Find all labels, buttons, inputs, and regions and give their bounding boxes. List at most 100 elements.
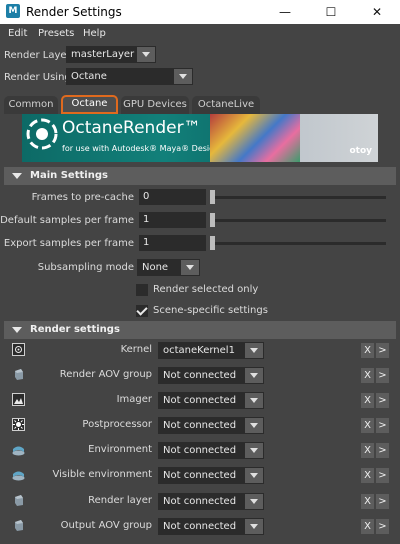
main-settings-title: Main Settings	[30, 170, 108, 181]
visible-environment-dropdown[interactable]: Not connected	[158, 467, 264, 484]
postprocessor-row: Postprocessor Not connected X >	[0, 415, 400, 437]
kernel-value: octaneKernel1	[163, 345, 235, 356]
render-using-dropdown[interactable]: Octane	[66, 68, 193, 85]
chevron-down-icon	[174, 69, 192, 84]
output-aov-group-label: Output AOV group	[60, 520, 152, 531]
default-samples-slider-thumb[interactable]	[210, 213, 215, 227]
export-samples-field[interactable]: 1	[139, 235, 206, 251]
kernel-row: Kernel octaneKernel1 X >	[0, 340, 400, 362]
environment-row: Environment Not connected X >	[0, 440, 400, 462]
minimize-button[interactable]: —	[262, 0, 308, 24]
frames-precache-slider-thumb[interactable]	[210, 190, 215, 204]
tab-gpu-devices[interactable]: GPU Devices	[121, 96, 189, 114]
render-layer-label: Render Layer	[4, 50, 71, 61]
imager-label: Imager	[116, 394, 152, 405]
menu-presets[interactable]: Presets	[38, 28, 74, 39]
render-layer-row-dropdown[interactable]: Not connected	[158, 493, 264, 510]
postprocessor-dropdown[interactable]: Not connected	[158, 417, 264, 434]
scene-specific-settings-label: Scene-specific settings	[153, 305, 268, 316]
export-samples-slider-thumb[interactable]	[210, 236, 215, 250]
render-layer-clear-button[interactable]: X	[361, 494, 374, 509]
collapse-triangle-icon	[12, 173, 22, 179]
visible-environment-clear-button[interactable]: X	[361, 468, 374, 483]
menu-edit[interactable]: Edit	[8, 28, 27, 39]
visible-environment-label: Visible environment	[52, 469, 152, 480]
output-aov-group-row: Output AOV group Not connected X >	[0, 516, 400, 538]
kernel-label: Kernel	[120, 344, 152, 355]
postprocessor-icon	[12, 418, 25, 431]
imager-navigate-button[interactable]: >	[376, 393, 389, 408]
render-layer-icon	[15, 495, 23, 506]
render-layer-row-value: Not connected	[163, 496, 237, 507]
environment-value: Not connected	[163, 445, 237, 456]
render-aov-group-dropdown[interactable]: Not connected	[158, 367, 264, 384]
render-selected-only-checkbox[interactable]	[136, 284, 148, 296]
render-aov-group-clear-button[interactable]: X	[361, 368, 374, 383]
chevron-down-icon	[245, 368, 263, 383]
render-aov-group-value: Not connected	[163, 370, 237, 381]
close-button[interactable]: ✕	[354, 0, 400, 24]
environment-icon	[12, 446, 25, 456]
render-using-label: Render Using	[4, 72, 71, 83]
chevron-down-icon	[245, 443, 263, 458]
default-samples-field[interactable]: 1	[139, 212, 206, 228]
export-samples-slider[interactable]	[212, 242, 386, 245]
postprocessor-clear-button[interactable]: X	[361, 418, 374, 433]
output-aov-group-dropdown[interactable]: Not connected	[158, 518, 264, 535]
chevron-down-icon	[245, 519, 263, 534]
window-titlebar: M Render Settings — ☐ ✕	[0, 0, 400, 24]
imager-row: Imager Not connected X >	[0, 390, 400, 412]
tab-octanelive[interactable]: OctaneLive	[192, 96, 260, 114]
banner-title: OctaneRender™	[62, 118, 201, 138]
imager-dropdown[interactable]: Not connected	[158, 392, 264, 409]
octane-logo-icon	[26, 118, 58, 150]
postprocessor-label: Postprocessor	[82, 419, 152, 430]
imager-icon	[12, 393, 25, 406]
imager-value: Not connected	[163, 395, 237, 406]
subsampling-dropdown[interactable]: None	[137, 259, 200, 276]
otoy-brand: otoy	[349, 146, 372, 156]
chevron-down-icon	[245, 418, 263, 433]
render-layer-row-label: Render layer	[88, 495, 152, 506]
postprocessor-value: Not connected	[163, 420, 237, 431]
render-layer-navigate-button[interactable]: >	[376, 494, 389, 509]
frames-precache-slider[interactable]	[212, 196, 386, 199]
environment-dropdown[interactable]: Not connected	[158, 442, 264, 459]
kernel-dropdown[interactable]: octaneKernel1	[158, 342, 264, 359]
main-settings-header[interactable]: Main Settings	[4, 167, 396, 185]
chevron-down-icon	[245, 343, 263, 358]
output-aov-group-clear-button[interactable]: X	[361, 519, 374, 534]
environment-clear-button[interactable]: X	[361, 443, 374, 458]
frames-precache-label: Frames to pre-cache	[31, 192, 134, 203]
chevron-down-icon	[245, 494, 263, 509]
render-aov-group-navigate-button[interactable]: >	[376, 368, 389, 383]
render-aov-group-row: Render AOV group Not connected X >	[0, 365, 400, 387]
scene-specific-settings-checkbox[interactable]	[136, 305, 148, 317]
menu-help[interactable]: Help	[83, 28, 106, 39]
maximize-button[interactable]: ☐	[308, 0, 354, 24]
postprocessor-navigate-button[interactable]: >	[376, 418, 389, 433]
visible-environment-row: Visible environment Not connected X >	[0, 465, 400, 487]
export-samples-label: Export samples per frame	[3, 238, 134, 249]
aov-group-icon	[15, 369, 23, 380]
menu-bar: Edit Presets Help	[0, 24, 400, 44]
subsampling-label: Subsampling mode	[37, 262, 134, 273]
output-aov-group-navigate-button[interactable]: >	[376, 519, 389, 534]
visible-environment-navigate-button[interactable]: >	[376, 468, 389, 483]
frames-precache-field[interactable]: 0	[139, 189, 206, 205]
tab-octane[interactable]: Octane	[61, 95, 118, 114]
render-settings-header[interactable]: Render settings	[4, 321, 396, 339]
window-title: Render Settings	[26, 5, 122, 19]
environment-navigate-button[interactable]: >	[376, 443, 389, 458]
imager-clear-button[interactable]: X	[361, 393, 374, 408]
environment-label: Environment	[88, 444, 152, 455]
render-layer-value: masterLayer	[71, 49, 135, 60]
subsampling-value: None	[142, 262, 169, 273]
render-layer-dropdown[interactable]: masterLayer	[66, 46, 156, 63]
chevron-down-icon	[245, 468, 263, 483]
kernel-navigate-button[interactable]: >	[376, 343, 389, 358]
maya-app-icon: M	[6, 4, 20, 18]
default-samples-slider[interactable]	[212, 219, 386, 222]
kernel-clear-button[interactable]: X	[361, 343, 374, 358]
tab-common[interactable]: Common	[4, 96, 58, 114]
